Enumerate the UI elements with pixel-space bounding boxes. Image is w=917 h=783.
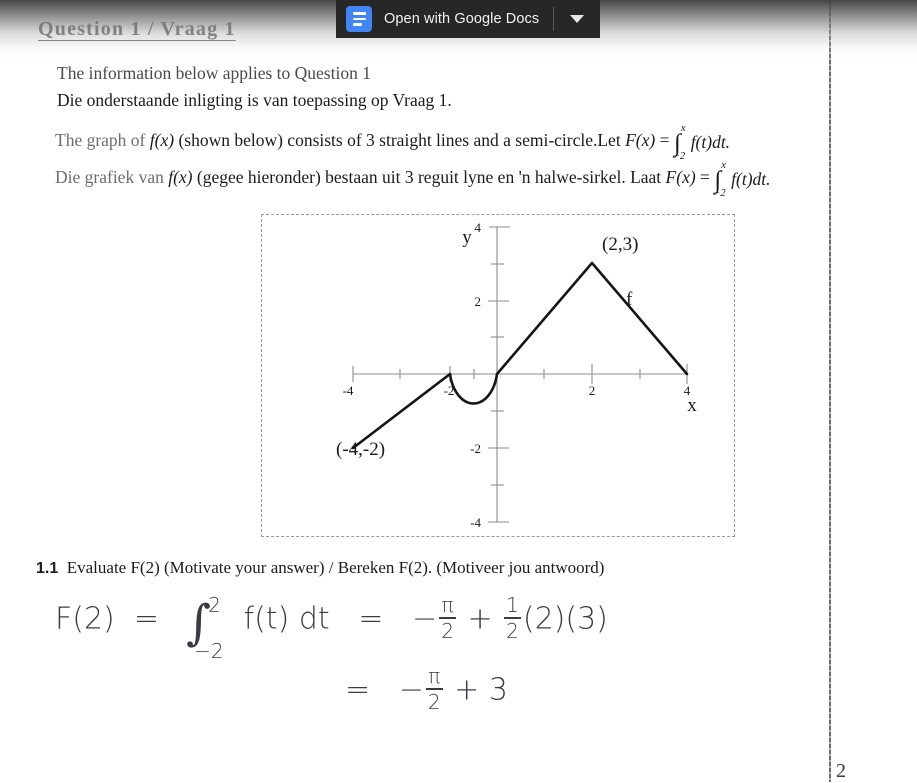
- hw-integral-lower: −2: [194, 638, 224, 663]
- integral-upper-limit: x: [680, 123, 686, 134]
- open-with-google-docs-button[interactable]: Open with Google Docs: [336, 0, 553, 38]
- handwritten-answer-line-2: = − π 2 + 3: [345, 664, 508, 714]
- hw-denominator-2: 2: [441, 619, 454, 643]
- integral-lower-limit: −2: [713, 188, 726, 200]
- desc-en-equals: =: [655, 130, 674, 150]
- hw-plus: +: [467, 601, 493, 637]
- hw-pi: π: [441, 593, 454, 617]
- hw2-equals: =: [345, 672, 371, 708]
- curve-f: [351, 261, 689, 450]
- question-text-afrikaans: Bereken F(2). (Motiveer jou antwoord): [337, 558, 605, 577]
- hw2-denominator-2: 2: [427, 690, 441, 714]
- chevron-down-icon: [570, 15, 584, 23]
- integral-integrand: f(t)dt.: [731, 169, 771, 189]
- integral-upper-limit: x: [721, 160, 726, 171]
- integral-expression-english: ∫ x −2 f(t)dt.: [673, 123, 731, 162]
- hw2-pi: π: [428, 664, 441, 688]
- ytick--4: -4: [470, 515, 481, 530]
- intro-line-english: The information below applies to Questio…: [57, 63, 371, 83]
- curve-name-f: f: [626, 289, 633, 310]
- intro-line-afrikaans: Die onderstaande inligting is van toepas…: [57, 90, 452, 110]
- hw2-minus: −: [398, 672, 424, 708]
- open-with-dropdown-button[interactable]: [554, 0, 600, 38]
- graph-figure: -4 -2 2 4 4 2 -2 -4 y x (2,3) f (-4,-2): [261, 214, 735, 537]
- handwritten-answer-line-1: F(2) = ∫ 2 −2 f(t) dt = − π 2 + 1 2 (2)(3): [55, 593, 608, 663]
- function-graph-svg: -4 -2 2 4 4 2 -2 -4 y x (2,3) f (-4,-2): [336, 220, 697, 530]
- graph-annotations: y x (2,3) f (-4,-2): [336, 227, 697, 460]
- hw-integrand: f(t) dt: [243, 601, 330, 637]
- hw-half-den: 2: [506, 619, 519, 643]
- desc-en-prefix: The graph of: [55, 130, 150, 150]
- hw-one-half: 12: [504, 595, 521, 641]
- point-label--4--2: (-4,-2): [336, 439, 385, 460]
- desc-af-equals: =: [695, 167, 715, 187]
- hw-integral-upper: 2: [208, 592, 221, 617]
- point-label-2-3: (2,3): [602, 234, 638, 255]
- question-text-english: Evaluate F(2) (Motivate your answer) /: [66, 558, 338, 577]
- graph-description-english: The graph of f(x) (shown below) consists…: [55, 123, 731, 162]
- desc-af-prefix: Die grafiek van: [55, 167, 169, 187]
- page-number: 2: [836, 760, 846, 782]
- page-edge-rule: [829, 0, 831, 782]
- hw-pi-over-2: π2: [439, 595, 456, 641]
- hw-equals-1: =: [133, 601, 159, 637]
- ytick-4: 4: [475, 220, 482, 235]
- open-with-google-docs-label: Open with Google Docs: [384, 11, 540, 27]
- desc-en-middle: (shown below) consists of 3 straight lin…: [174, 130, 626, 150]
- xtick--4: -4: [343, 383, 354, 398]
- hw2-pi-over-2: π2: [425, 664, 443, 714]
- ytick-2: 2: [475, 294, 482, 309]
- hw-equals-2: =: [358, 601, 384, 637]
- integral-expression-afrikaans: ∫ x −2 f(t)dt.: [713, 160, 771, 199]
- hw-minus: −: [412, 601, 438, 637]
- page-title: Question 1 / Vraag 1: [38, 18, 236, 40]
- desc-af-middle: (gegee hieronder) bestaan uit 3 reguit l…: [192, 167, 666, 187]
- y-axis-label: y: [462, 227, 472, 248]
- hw-half-num: 1: [506, 593, 519, 617]
- desc-af-fx: f(x): [168, 167, 193, 187]
- graph-axes: [353, 227, 687, 522]
- google-docs-icon: [346, 6, 372, 32]
- desc-af-Fx: F(x): [665, 167, 696, 187]
- desc-en-fx: f(x): [149, 130, 175, 150]
- open-with-google-docs-bar[interactable]: Open with Google Docs: [336, 0, 600, 38]
- desc-en-Fx: F(x): [625, 130, 656, 150]
- xtick--2: -2: [444, 383, 455, 398]
- graph-tick-labels: -4 -2 2 4 4 2 -2 -4: [343, 220, 691, 530]
- integral-integrand: f(t)dt.: [690, 132, 731, 152]
- xtick-2: 2: [589, 383, 596, 398]
- question-number: 1.1: [36, 560, 59, 577]
- integral-lower-limit: −2: [672, 151, 686, 163]
- hw2-plus-three: + 3: [454, 672, 508, 708]
- graph-description-afrikaans: Die grafiek van f(x) (gegee hieronder) b…: [55, 160, 771, 199]
- hw-lhs: F(2): [55, 601, 115, 637]
- ytick--2: -2: [470, 441, 481, 456]
- scanned-page: Question 1 / Vraag 1 The information bel…: [0, 0, 917, 782]
- x-axis-label: x: [687, 395, 697, 416]
- hw-integral: ∫ 2 −2: [178, 593, 234, 663]
- hw-factors: (2)(3): [522, 601, 608, 637]
- question-1-1: 1.1 Evaluate F(2) (Motivate your answer)…: [36, 558, 604, 578]
